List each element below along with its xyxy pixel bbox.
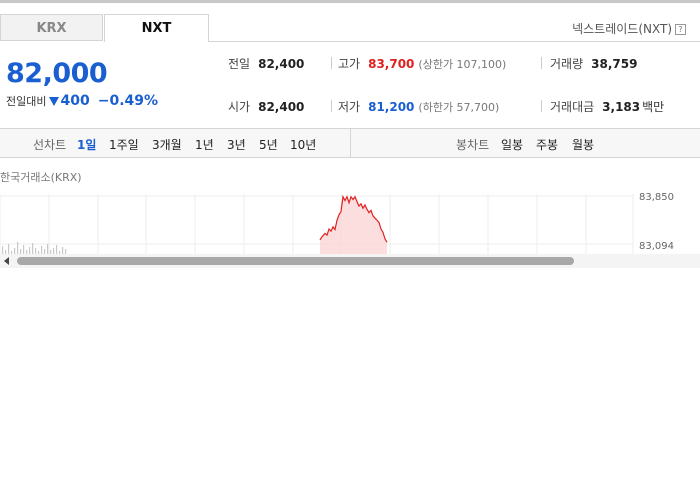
volume-bar [62, 247, 64, 254]
divider [541, 57, 542, 69]
current-price: 82,000 [6, 58, 108, 89]
tab-nxt[interactable]: NXT [104, 14, 209, 42]
period-monthly[interactable]: 월봉 [572, 136, 594, 153]
down-arrow-icon [49, 97, 60, 106]
stat-sub: (상한가 107,100) [418, 58, 507, 71]
period-1w[interactable]: 1주일 [109, 136, 139, 153]
period-3y[interactable]: 3년 [227, 136, 246, 153]
nxt-link-label: 넥스트레이드(NXT) [572, 22, 672, 36]
change-row: 전일대비 400 −0.49% [6, 93, 158, 109]
y-tick-label: 83,094 [639, 241, 674, 252]
chart-grid [0, 194, 634, 254]
stat-amount: 거래대금 3,183 백만 [550, 98, 664, 115]
chart-scrollbar-thumb[interactable] [17, 257, 574, 265]
top-border [0, 0, 700, 3]
volume-bar [2, 246, 4, 254]
candle-chart-label: 봉차트 [456, 138, 490, 152]
period-weekly[interactable]: 주봉 [536, 136, 558, 153]
volume-bar [17, 242, 19, 254]
stat-value: 82,400 [258, 100, 305, 114]
period-daily[interactable]: 일봉 [501, 136, 523, 153]
price-area [320, 196, 387, 254]
change-label: 전일대비 [6, 95, 47, 108]
scroll-left-arrow-icon[interactable] [4, 257, 9, 265]
stat-value: 83,700 [368, 57, 415, 71]
y-tick-label: 83,850 [639, 192, 674, 203]
period-1d[interactable]: 1일 [77, 136, 96, 153]
period-1y[interactable]: 1년 [195, 136, 214, 153]
help-icon[interactable]: ? [675, 24, 686, 35]
stat-value: 82,400 [258, 57, 305, 71]
line-chart-label: 선차트 [33, 138, 67, 152]
stat-high: 고가 83,700 (상한가 107,100) [338, 55, 506, 72]
stat-value: 3,183 [602, 100, 641, 114]
volume-bar [56, 245, 58, 254]
stat-open: 시가 82,400 [228, 98, 304, 115]
stat-prev-close: 전일 82,400 [228, 55, 304, 72]
volume-bar [41, 246, 43, 254]
nxt-link[interactable]: 넥스트레이드(NXT)? [572, 20, 686, 37]
change-value: 400 [60, 93, 90, 109]
stat-unit: 백만 [642, 100, 665, 114]
stat-label: 저가 [338, 100, 361, 114]
volume-bar [23, 245, 25, 254]
period-5y[interactable]: 5년 [259, 136, 278, 153]
stat-label: 거래량 [550, 57, 584, 71]
toolbar-divider [350, 129, 351, 157]
stat-label: 전일 [228, 57, 251, 71]
price-summary: 82,000 전일대비 400 −0.49% 전일 82,400 고가 83,700 (상… [0, 42, 700, 128]
period-3m[interactable]: 3개월 [152, 136, 182, 153]
stat-sub: (하한가 57,700) [418, 101, 500, 114]
volume-bar [47, 244, 49, 254]
stat-label: 시가 [228, 100, 251, 114]
chart-toolbar: 선차트 1일 1주일 3개월 1년 3년 5년 10년 봉차트 일봉 주봉 월봉 [0, 128, 700, 158]
divider [331, 100, 332, 112]
price-chart: 83,850 83,094 [0, 192, 674, 254]
tab-krx[interactable]: KRX [0, 14, 103, 41]
volume-bar [32, 243, 34, 254]
period-10y[interactable]: 10년 [290, 136, 316, 153]
stat-value: 81,200 [368, 100, 415, 114]
volume-bar [8, 244, 10, 254]
divider [331, 57, 332, 69]
stat-volume: 거래량 38,759 [550, 55, 637, 72]
divider [541, 100, 542, 112]
chart-title: 한국거래소(KRX) [0, 171, 82, 184]
stat-value: 38,759 [591, 57, 638, 71]
stat-low: 저가 81,200 (하한가 57,700) [338, 98, 499, 115]
change-percent: −0.49% [97, 93, 159, 109]
stat-label: 거래대금 [550, 100, 595, 114]
volume-bar [29, 247, 31, 254]
stat-label: 고가 [338, 57, 361, 71]
